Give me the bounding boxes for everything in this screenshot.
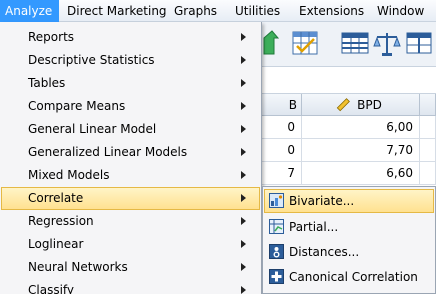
submenu-arrow-icon <box>241 194 246 202</box>
submenu-item-label: Canonical Correlation <box>289 270 418 284</box>
bivariate-icon <box>269 193 284 208</box>
menu-item-generalized-linear-models[interactable]: Generalized Linear Models <box>1 141 260 164</box>
submenu-item-canonical-correlation[interactable]: Canonical Correlation <box>264 265 434 289</box>
table-cell[interactable]: 0 <box>262 116 302 139</box>
menu-item-label: Compare Means <box>28 99 126 113</box>
menu-item-general-linear-model[interactable]: General Linear Model <box>1 118 260 141</box>
menu-item-descriptive-statistics[interactable]: Descriptive Statistics <box>1 49 260 72</box>
partial-icon <box>269 219 284 234</box>
menu-item-label: Reports <box>28 30 75 44</box>
split-file-icon[interactable] <box>404 28 434 58</box>
menu-item-neural-networks[interactable]: Neural Networks <box>1 256 260 279</box>
menu-item-compare-means[interactable]: Compare Means <box>1 95 260 118</box>
correlate-submenu: Bivariate... Partial... Distances... Can… <box>262 186 436 294</box>
canonical-correlation-icon <box>269 269 284 284</box>
menu-window-label: Window <box>377 4 425 18</box>
menu-item-loglinear[interactable]: Loglinear <box>1 233 260 256</box>
menu-utilities[interactable]: Utilities <box>230 0 285 22</box>
menu-analyze-label: Analyze <box>5 4 53 18</box>
menu-utilities-label: Utilities <box>235 4 281 18</box>
table-cell[interactable]: 0 <box>262 139 302 162</box>
distances-icon <box>269 244 284 259</box>
column-header-next[interactable] <box>420 94 436 116</box>
menu-item-label: Classify <box>28 283 75 294</box>
column-header-b[interactable]: B <box>262 94 302 116</box>
submenu-arrow-icon <box>241 56 246 64</box>
menu-item-label: Generalized Linear Models <box>28 145 188 159</box>
submenu-item-bivariate[interactable]: Bivariate... <box>264 189 434 213</box>
submenu-arrow-icon <box>241 33 246 41</box>
arrow-icon[interactable] <box>262 28 280 58</box>
menu-item-correlate[interactable]: Correlate <box>1 187 260 210</box>
submenu-arrow-icon <box>241 148 246 156</box>
table-cell[interactable] <box>420 139 436 162</box>
table-cell[interactable]: 6,00 <box>302 116 420 139</box>
toolbar <box>262 22 436 66</box>
table-cell[interactable]: 7,70 <box>302 139 420 162</box>
menu-direct-marketing-label: Direct Marketing <box>67 4 167 18</box>
submenu-arrow-icon <box>241 171 246 179</box>
column-header-b-label: B <box>288 98 297 112</box>
menu-extensions-label: Extensions <box>299 4 365 18</box>
menu-graphs[interactable]: Graphs <box>169 0 222 22</box>
menu-item-label: Descriptive Statistics <box>28 53 155 67</box>
menu-window[interactable]: Window <box>372 0 429 22</box>
table-cell[interactable]: 7 <box>262 162 302 185</box>
weight-cases-icon[interactable] <box>372 28 402 58</box>
menu-extensions[interactable]: Extensions <box>294 0 369 22</box>
menu-direct-marketing[interactable]: Direct Marketing <box>62 0 172 22</box>
column-header-bpd[interactable]: BPD <box>302 94 420 116</box>
cell-editor-bar[interactable] <box>262 66 436 94</box>
menu-item-label: Neural Networks <box>28 260 128 274</box>
ruler-icon <box>336 98 350 112</box>
menu-item-label: Correlate <box>28 191 84 205</box>
submenu-arrow-icon <box>241 79 246 87</box>
menu-item-label: Loglinear <box>28 237 84 251</box>
submenu-arrow-icon <box>241 286 246 294</box>
menu-item-classify[interactable]: Classify <box>1 279 260 294</box>
submenu-item-label: Distances... <box>289 245 360 259</box>
menu-item-label: Regression <box>28 214 94 228</box>
submenu-arrow-icon <box>241 240 246 248</box>
select-cases-icon[interactable] <box>290 28 320 58</box>
submenu-arrow-icon <box>241 217 246 225</box>
data-table-icon[interactable] <box>340 28 370 58</box>
submenu-arrow-icon <box>241 125 246 133</box>
menu-analyze[interactable]: Analyze <box>0 0 59 22</box>
submenu-arrow-icon <box>241 263 246 271</box>
menu-graphs-label: Graphs <box>174 4 218 18</box>
menu-bar: Analyze Direct Marketing Graphs Utilitie… <box>0 0 436 22</box>
menu-item-label: Mixed Models <box>28 168 110 182</box>
menu-item-tables[interactable]: Tables <box>1 72 260 95</box>
submenu-item-distances[interactable]: Distances... <box>264 240 434 264</box>
menu-item-regression[interactable]: Regression <box>1 210 260 233</box>
submenu-item-label: Bivariate... <box>289 194 355 208</box>
menu-item-mixed-models[interactable]: Mixed Models <box>1 164 260 187</box>
analyze-menu: Reports Descriptive Statistics Tables Co… <box>0 22 262 294</box>
submenu-arrow-icon <box>241 102 246 110</box>
menu-item-reports[interactable]: Reports <box>1 26 260 49</box>
menu-item-label: Tables <box>28 76 66 90</box>
table-cell[interactable] <box>420 116 436 139</box>
submenu-item-partial[interactable]: Partial... <box>264 215 434 239</box>
submenu-item-label: Partial... <box>289 220 339 234</box>
table-cell[interactable]: 6,60 <box>302 162 420 185</box>
menu-item-label: General Linear Model <box>28 122 157 136</box>
table-cell[interactable] <box>420 162 436 185</box>
